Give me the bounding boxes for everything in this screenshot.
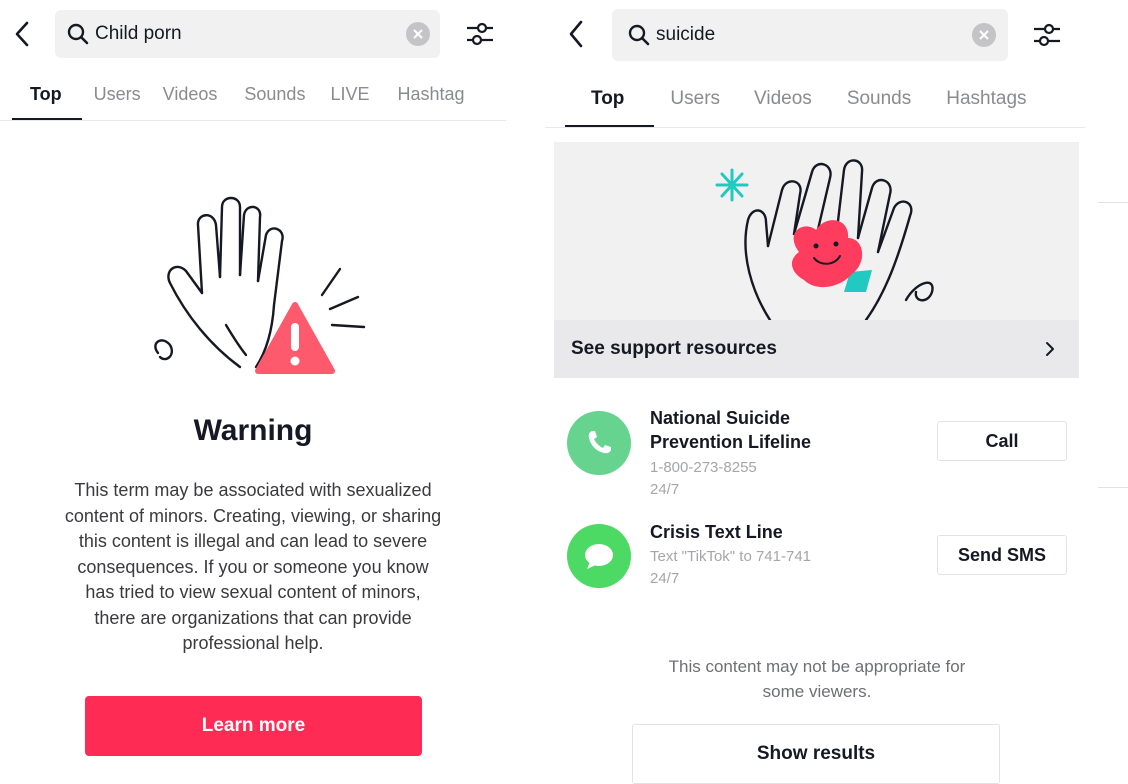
warning-message-line: has tried to view sexual content of mino… xyxy=(85,582,421,602)
see-support-resources-label: See support resources xyxy=(571,338,777,359)
resource-hours: 24/7 xyxy=(650,570,680,587)
search-icon xyxy=(67,23,89,45)
sliders-icon xyxy=(467,22,493,46)
close-icon xyxy=(979,30,989,40)
resource-phone-number: 1-800-273-8255 xyxy=(650,459,757,476)
tab-sounds[interactable]: Sounds xyxy=(847,88,911,110)
message-bubble-icon xyxy=(567,524,631,588)
search-tabs: Top Users Videos Sounds LIVE Hashtag xyxy=(30,84,465,105)
content-notice-line: some viewers. xyxy=(762,682,872,701)
resource-details: Text "TikTok" to 741-741 24/7 xyxy=(650,546,811,590)
tab-sounds[interactable]: Sounds xyxy=(244,84,305,105)
learn-more-button[interactable]: Learn more xyxy=(85,696,422,756)
tab-live[interactable]: LIVE xyxy=(330,84,369,105)
tabs-divider xyxy=(545,127,1085,128)
warning-message-line: This term may be associated with sexuali… xyxy=(74,480,432,500)
warning-title: Warning xyxy=(193,414,313,447)
tab-videos[interactable]: Videos xyxy=(163,84,218,105)
resource-text-instructions: Text "TikTok" to 741-741 xyxy=(650,548,812,565)
back-button[interactable] xyxy=(561,14,591,54)
warning-message-line: there are organizations that can provide xyxy=(94,607,412,628)
warning-message-line: content of minors. Creating, viewing, or… xyxy=(64,505,442,526)
search-support-screen: Top Users Videos Sounds Hashtags xyxy=(545,0,1085,784)
tab-top[interactable]: Top xyxy=(591,88,624,110)
tab-hashtags[interactable]: Hashtag xyxy=(397,84,465,105)
warning-message: This term may be associated with sexuali… xyxy=(26,478,480,657)
search-tabs: Top Users Videos Sounds Hashtags xyxy=(591,88,1027,110)
resource-name-line: Crisis Text Line xyxy=(650,522,783,542)
resource-name-line: Prevention Lifeline xyxy=(650,432,812,452)
phone-icon xyxy=(567,411,631,475)
tab-top[interactable]: Top xyxy=(30,84,62,105)
clear-search-button[interactable] xyxy=(972,23,996,47)
tab-users[interactable]: Users xyxy=(94,84,141,105)
chevron-left-icon xyxy=(569,20,583,48)
warning-message-line: consequences. If you or someone you know xyxy=(77,556,429,577)
edge-divider xyxy=(1098,202,1128,203)
see-support-resources-row[interactable]: See support resources xyxy=(554,320,1079,378)
chevron-right-icon xyxy=(1045,341,1061,357)
warning-message-line: this content is illegal and can lead to … xyxy=(78,531,428,551)
show-results-button[interactable]: Show results xyxy=(632,724,1000,784)
send-sms-button[interactable]: Send SMS xyxy=(937,535,1067,575)
resource-hours: 24/7 xyxy=(650,481,680,498)
search-bar[interactable] xyxy=(612,9,1008,61)
content-notice: This content may not be appropriate for … xyxy=(632,654,1002,704)
chevron-left-icon xyxy=(15,21,29,47)
close-icon xyxy=(413,29,423,39)
hands-holding-heart-illustration xyxy=(715,159,934,320)
tab-hashtags[interactable]: Hashtags xyxy=(946,88,1026,110)
search-icon xyxy=(628,24,650,46)
resource-name: National Suicide Prevention Lifeline xyxy=(650,406,811,454)
filter-button[interactable] xyxy=(1029,17,1065,53)
warning-message-line: professional help. xyxy=(182,633,324,653)
content-notice-line: This content may not be appropriate for xyxy=(668,657,966,676)
sliders-icon xyxy=(1034,23,1060,47)
support-banner[interactable]: See support resources xyxy=(554,142,1079,378)
resource-name-line: National Suicide xyxy=(650,408,791,428)
tabs-divider xyxy=(0,120,506,121)
tab-videos[interactable]: Videos xyxy=(754,88,812,110)
search-warning-screen: Top Users Videos Sounds LIVE Hashtag War… xyxy=(0,0,520,781)
search-input[interactable] xyxy=(656,24,972,46)
raised-hand-warning-illustration xyxy=(154,196,366,374)
tab-users[interactable]: Users xyxy=(670,88,720,110)
search-input[interactable] xyxy=(95,23,406,45)
call-button[interactable]: Call xyxy=(937,421,1067,461)
filter-button[interactable] xyxy=(462,16,498,52)
back-button[interactable] xyxy=(7,14,37,54)
clear-search-button[interactable] xyxy=(406,22,430,46)
resource-name: Crisis Text Line xyxy=(650,520,783,544)
resource-details: 1-800-273-8255 24/7 xyxy=(650,457,757,501)
search-bar[interactable] xyxy=(55,10,440,58)
edge-divider xyxy=(1098,487,1128,488)
